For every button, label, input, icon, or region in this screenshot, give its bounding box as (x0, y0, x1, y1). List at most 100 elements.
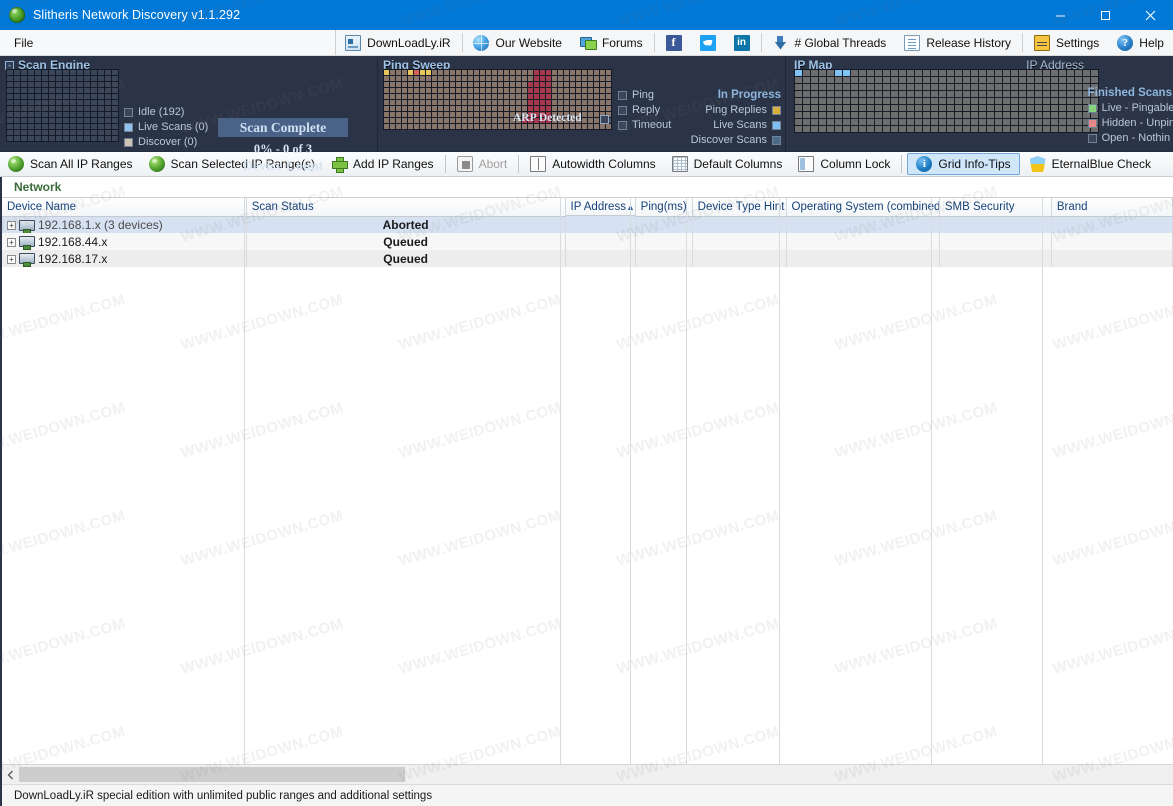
menu-file[interactable]: File (0, 30, 337, 55)
panel-scan-engine: - Scan Engine Idle (192) Live Scans (0) … (0, 56, 378, 152)
grid-cell (35, 76, 41, 81)
grid-column-header[interactable]: Operating System (combined) (786, 198, 940, 217)
expand-row-icon[interactable]: + (7, 221, 16, 231)
grid-cell (7, 76, 13, 81)
grid-cell (1011, 98, 1018, 104)
grid-cell (504, 124, 509, 129)
grid-cell (438, 112, 443, 117)
menu-item-twitter[interactable] (691, 30, 725, 55)
grid-cell (795, 105, 802, 111)
grid-cell (462, 106, 467, 111)
horizontal-scrollbar[interactable] (2, 764, 1173, 784)
grid-cell (450, 106, 455, 111)
device-grid-container[interactable]: Device NameScan StatusIP Address▲2Ping(m… (2, 197, 1173, 764)
grid-cell (540, 88, 545, 93)
grid-cell (979, 70, 986, 76)
menu-item-forums[interactable]: Forums (571, 30, 652, 55)
eternalblue-check-button[interactable]: EternalBlue Check (1022, 152, 1159, 176)
menu-item-linkedin[interactable]: in (725, 30, 759, 55)
grid-cell (979, 112, 986, 118)
table-row[interactable]: +192.168.44.x Queued (2, 233, 1173, 250)
grid-column-header[interactable]: SMB Security (939, 198, 1052, 217)
column-lock-button[interactable]: Column Lock (790, 152, 898, 176)
grid-cell (915, 126, 922, 132)
autowidth-columns-button[interactable]: Autowidth Columns (522, 152, 663, 176)
grid-column-header[interactable]: Brand (1051, 198, 1173, 217)
grid-cell (390, 70, 395, 75)
grid-cell (492, 106, 497, 111)
grid-cell (396, 82, 401, 87)
grid-cell (558, 106, 563, 111)
grid-column-header[interactable]: IP Address▲2 (565, 198, 636, 216)
grid-cell (84, 88, 90, 93)
grid-cell (1011, 119, 1018, 125)
menu-item-global-threads[interactable]: # Global Threads (763, 30, 895, 55)
close-button[interactable] (1128, 0, 1173, 30)
scroll-left-arrow-icon[interactable] (2, 766, 19, 784)
grid-cell (819, 112, 826, 118)
grid-cell (91, 82, 97, 87)
grid-cell (606, 106, 611, 111)
grid-cell (803, 119, 810, 125)
grid-cell (979, 126, 986, 132)
grid-column-header[interactable]: Ping(ms) (635, 198, 693, 217)
add-ip-ranges-button[interactable]: Add IP Ranges (323, 152, 442, 176)
grid-cell (91, 70, 97, 75)
grid-cell (1083, 77, 1090, 83)
grid-cell (7, 130, 13, 135)
grid-cell (408, 82, 413, 87)
grid-cell (42, 82, 48, 87)
table-row[interactable]: +192.168.17.x Queued (2, 250, 1173, 267)
grid-cell (408, 112, 413, 117)
forums-icon (579, 35, 597, 51)
grid-info-tips-button[interactable]: i Grid Info-Tips (907, 153, 1020, 175)
grid-cell (1075, 77, 1082, 83)
default-columns-button[interactable]: Default Columns (664, 152, 791, 176)
legend-item: Live - Pingable (1087, 101, 1173, 116)
grid-cell (1067, 126, 1074, 132)
menu-item-downloadly[interactable]: DownLoadLy.iR (336, 30, 459, 55)
grid-cell (516, 82, 521, 87)
expand-row-icon[interactable]: + (7, 237, 16, 247)
grid-cell (588, 88, 593, 93)
abort-button[interactable]: Abort (449, 152, 516, 176)
grid-cell (1003, 105, 1010, 111)
grid-cell (77, 124, 83, 129)
minimize-button[interactable] (1038, 0, 1083, 30)
table-row[interactable]: +192.168.1.x (3 devices) Aborted (2, 216, 1173, 233)
twitter-icon (699, 34, 716, 51)
ip-map-legend: Finished Scans Live - Pingable Hidden - … (1087, 86, 1173, 146)
grid-cell (402, 94, 407, 99)
grid-cell (480, 118, 485, 123)
grid-cell (1091, 77, 1098, 83)
grid-cell (21, 124, 27, 129)
grid-cell (811, 126, 818, 132)
menu-item-label: Release History (926, 35, 1012, 50)
menu-item-our-website[interactable]: Our Website (464, 30, 570, 55)
grid-cell (63, 70, 69, 75)
grid-cell (811, 70, 818, 76)
menu-item-settings[interactable]: Settings (1025, 30, 1108, 55)
legend-item: Reply (618, 103, 671, 118)
grid-cell (70, 88, 76, 93)
grid-column-header[interactable]: Scan Status (246, 198, 566, 217)
scrollbar-thumb[interactable] (19, 767, 405, 782)
grid-cell (474, 100, 479, 105)
grid-cell (390, 94, 395, 99)
grid-cell (995, 91, 1002, 97)
grid-cell (570, 76, 575, 81)
grid-column-header[interactable]: Device Type Hint (692, 198, 787, 217)
grid-cell (42, 100, 48, 105)
menu-item-facebook[interactable]: f (657, 30, 691, 55)
legend-swatch-live-scans (124, 123, 133, 132)
menu-item-help[interactable]: ? Help (1108, 30, 1173, 55)
legend-item: Ping Replies (691, 103, 781, 118)
grid-cell (1051, 98, 1058, 104)
scan-all-ip-ranges-button[interactable]: Scan All IP Ranges (0, 152, 141, 176)
grid-column-header[interactable]: Device Name (2, 198, 247, 217)
legend-label: Idle (192) (138, 106, 185, 118)
expand-row-icon[interactable]: + (7, 254, 16, 264)
maximize-button[interactable] (1083, 0, 1128, 30)
grid-cell (600, 70, 605, 75)
menu-item-release-history[interactable]: Release History (895, 30, 1020, 55)
